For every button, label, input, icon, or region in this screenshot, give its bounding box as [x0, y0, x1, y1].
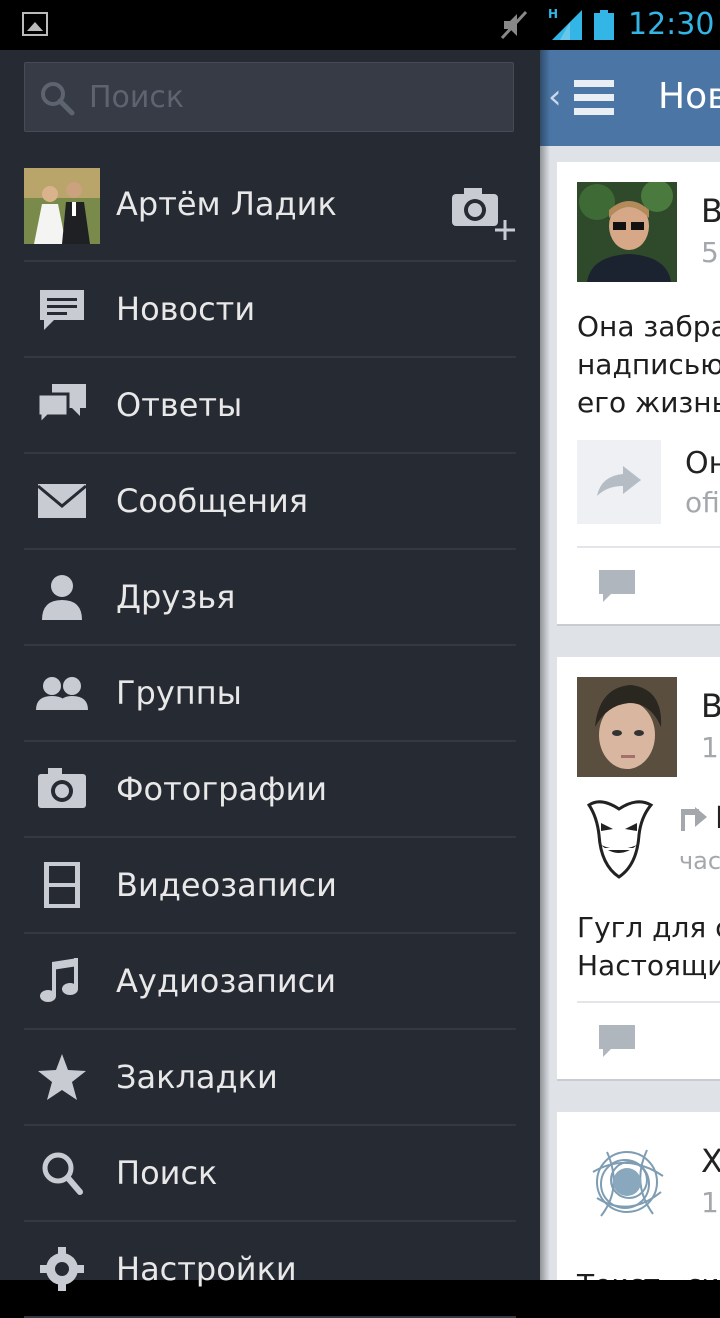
post-author[interactable]: В: [701, 192, 720, 230]
menu-item-audio[interactable]: Аудиозаписи: [24, 934, 516, 1030]
drawer-menu: Новости Ответы Сообщения Друзья Группы Ф…: [24, 262, 516, 1318]
menu-item-messages[interactable]: Сообщения: [24, 454, 516, 550]
post-time: 5: [701, 236, 719, 269]
repost-time: час: [679, 847, 720, 875]
drawer-shadow: [540, 50, 550, 1280]
shared-link-title[interactable]: Он: [685, 446, 720, 481]
post-card[interactable]: Х 14 Текст «си: [557, 1112, 720, 1280]
menu-item-settings[interactable]: Настройки: [24, 1222, 516, 1318]
shared-link-source: ofi: [685, 486, 720, 519]
repost-icon: [681, 807, 707, 831]
menu-item-bookmarks[interactable]: Закладки: [24, 1030, 516, 1126]
post-text-line: Текст «си: [577, 1266, 720, 1280]
news-icon: [40, 290, 84, 330]
status-bar: H 12:30: [0, 0, 720, 50]
post-author-avatar[interactable]: [577, 182, 677, 282]
divider: [577, 546, 720, 548]
network-type: H: [548, 7, 559, 21]
post-author-avatar[interactable]: [577, 1132, 677, 1232]
envelope-icon: [37, 484, 87, 518]
gear-icon: [40, 1247, 84, 1291]
menu-label: Сообщения: [116, 482, 309, 520]
menu-item-news[interactable]: Новости: [24, 262, 516, 358]
post-author[interactable]: В: [701, 687, 720, 725]
menu-label: Друзья: [116, 578, 236, 616]
people-icon: [36, 677, 88, 710]
search-input[interactable]: [89, 73, 489, 121]
replies-icon: [36, 384, 86, 428]
menu-item-videos[interactable]: Видеозаписи: [24, 838, 516, 934]
chevron-left-icon[interactable]: ‹: [548, 80, 562, 114]
post-card[interactable]: В 5 Она забра надписью его жизнь Он ofi: [557, 162, 720, 626]
post-author[interactable]: Х: [701, 1142, 720, 1180]
gallery-icon: [22, 12, 48, 36]
menu-label: Аудиозаписи: [116, 962, 337, 1000]
menu-label: Фотографии: [116, 770, 328, 808]
profile-row[interactable]: Артём Ладик: [24, 154, 516, 262]
search-icon: [41, 82, 75, 116]
search-box[interactable]: [24, 62, 514, 132]
avatar[interactable]: [24, 168, 100, 244]
news-panel[interactable]: ‹ Нов В 5 Она забра надписью его жизнь О…: [540, 50, 720, 1280]
post-text-line: его жизнь: [577, 386, 720, 419]
post-time: 14: [701, 1186, 720, 1219]
post-text-line: Она забра: [577, 310, 720, 343]
post-card[interactable]: В 1: L час Гугл для с Настоящи: [557, 657, 720, 1081]
comment-icon[interactable]: [597, 1023, 637, 1059]
post-time: 1:: [701, 731, 720, 764]
camera-icon: [38, 768, 86, 808]
shared-link-thumb[interactable]: [577, 440, 661, 524]
menu-label: Видеозаписи: [116, 866, 337, 904]
menu-label: Поиск: [116, 1154, 218, 1192]
mute-icon: [500, 10, 528, 40]
menu-item-groups[interactable]: Группы: [24, 646, 516, 742]
person-icon: [42, 575, 82, 620]
menu-item-photos[interactable]: Фотографии: [24, 742, 516, 838]
page-title: Нов: [658, 76, 720, 117]
post-text-line: Гугл для с: [577, 911, 720, 944]
music-note-icon: [40, 958, 78, 1002]
battery-icon: [594, 10, 614, 40]
side-drawer: Артём Ладик Новости Ответы: [0, 50, 540, 1318]
comment-icon[interactable]: [597, 568, 637, 604]
menu-label: Настройки: [116, 1250, 297, 1288]
clock: 12:30: [628, 7, 715, 42]
add-photo-icon[interactable]: [450, 184, 516, 242]
repost-avatar[interactable]: [581, 795, 657, 885]
post-text-line: надписью: [577, 348, 720, 381]
share-arrow-icon: [597, 466, 641, 496]
post-author-avatar[interactable]: [577, 677, 677, 777]
menu-label: Новости: [116, 290, 256, 328]
search-icon: [42, 1152, 83, 1195]
menu-item-replies[interactable]: Ответы: [24, 358, 516, 454]
menu-icon[interactable]: [574, 80, 614, 116]
menu-item-search[interactable]: Поиск: [24, 1126, 516, 1222]
repost-author[interactable]: L: [715, 801, 720, 836]
menu-label: Закладки: [116, 1058, 278, 1096]
menu-label: Ответы: [116, 386, 243, 424]
film-icon: [44, 862, 80, 908]
menu-item-friends[interactable]: Друзья: [24, 550, 516, 646]
menu-label: Группы: [116, 674, 242, 712]
star-icon: [38, 1054, 86, 1100]
divider: [577, 1001, 720, 1003]
profile-name: Артём Ладик: [116, 185, 337, 223]
post-text-line: Настоящи: [577, 949, 720, 982]
action-bar: ‹ Нов: [540, 50, 720, 146]
